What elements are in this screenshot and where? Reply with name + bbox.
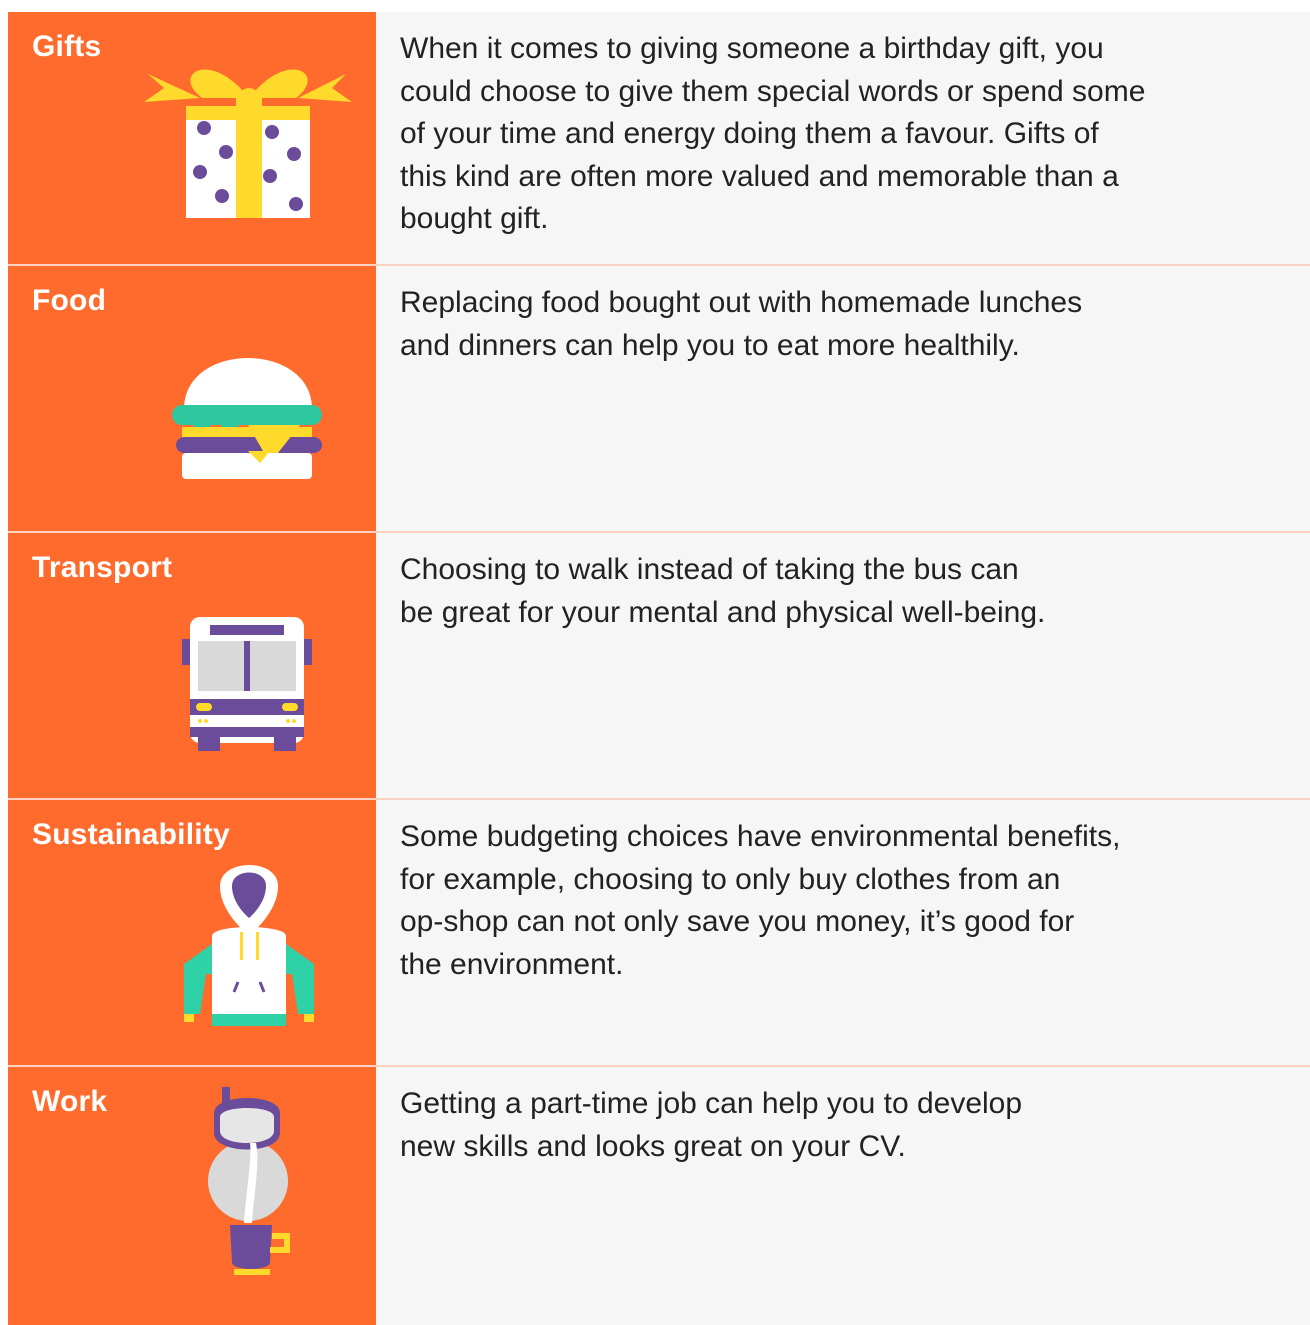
row-description: Replacing food bought out with homemade … — [400, 286, 1083, 362]
row-label: Sustainability — [32, 818, 230, 851]
burger-icon — [172, 358, 322, 479]
row-description: Some budgeting choices have environmenta… — [400, 820, 1121, 981]
row-label: Work — [32, 1085, 108, 1118]
gift-box-icon — [144, 69, 352, 218]
row-description: Getting a part-time job can help you to … — [400, 1087, 1023, 1163]
row-description: When it comes to giving someone a birthd… — [400, 32, 1146, 235]
row-label: Food — [32, 284, 107, 317]
row-label-cell: Sustainability — [8, 800, 376, 1065]
table-row-work: Work Getting a part-time job can help yo… — [8, 1065, 1310, 1325]
row-label-cell: Work — [8, 1067, 376, 1325]
row-description-cell: Replacing food bought out with homemade … — [376, 266, 1310, 531]
table-row-food: Food Replacing food bought out with home… — [8, 264, 1310, 531]
table-row-transport: Transport Choosing to walk instead of ta… — [8, 531, 1310, 798]
row-description-cell: Getting a part-time job can help you to … — [376, 1067, 1310, 1325]
table-row-sustainability: Sustainability Some budgeting choices ha… — [8, 798, 1310, 1065]
row-label-cell: Transport — [8, 533, 376, 798]
row-description-cell: When it comes to giving someone a birthd… — [376, 12, 1310, 264]
row-label-cell: Gifts — [8, 12, 376, 264]
row-description-cell: Choosing to walk instead of taking the b… — [376, 533, 1310, 798]
row-description: Choosing to walk instead of taking the b… — [400, 553, 1046, 629]
row-description-cell: Some budgeting choices have environmenta… — [376, 800, 1310, 1065]
table-row-gifts: Gifts When it comes to giving someone a … — [8, 12, 1310, 264]
budgeting-choices-table: Gifts When it comes to giving someone a … — [8, 12, 1310, 1325]
row-label: Transport — [32, 551, 173, 584]
row-label: Gifts — [32, 30, 102, 63]
bus-icon — [182, 617, 312, 751]
row-label-cell: Food — [8, 266, 376, 531]
hoodie-icon — [184, 865, 314, 1026]
milk-jug-cup-icon — [208, 1087, 290, 1275]
